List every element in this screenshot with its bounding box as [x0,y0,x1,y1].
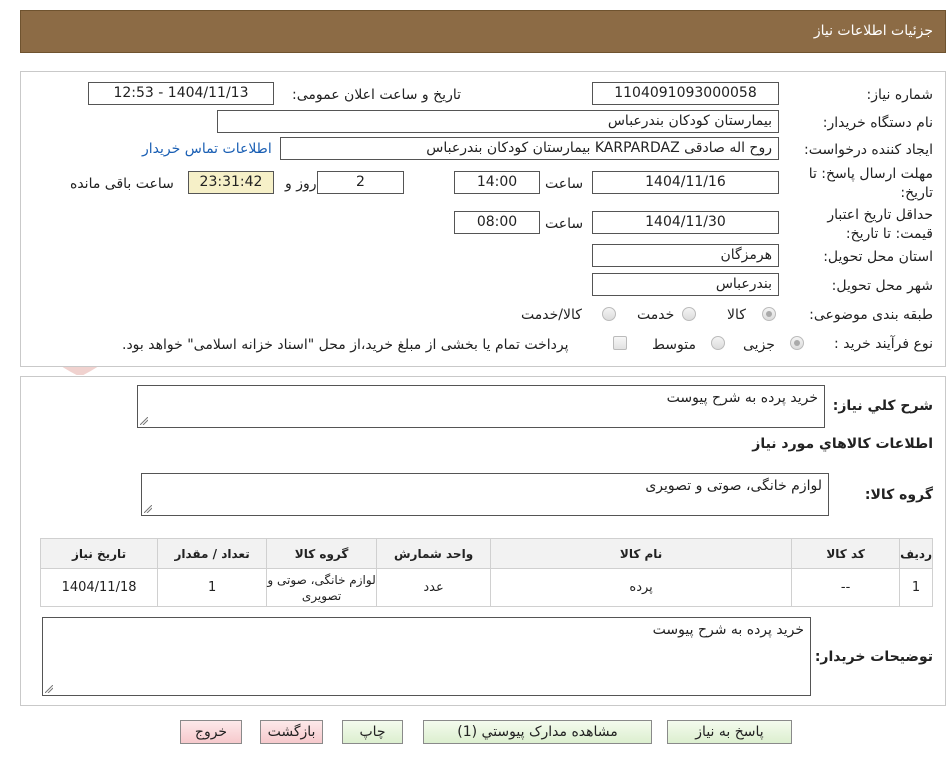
col-unit: واحد شمارش [376,538,492,569]
print-button[interactable]: چاپ [342,720,403,744]
city-field[interactable]: بندرعباس [592,273,779,296]
resize-handle-icon[interactable] [144,505,152,513]
need-number-label: شماره نیاز: [866,87,934,103]
category-option-goods-service: کالا/خدمت [521,307,582,323]
page-header: جزئیات اطلاعات نیاز [20,10,946,53]
back-button[interactable]: بازگشت [260,720,323,744]
treasury-payment-checkbox[interactable] [613,336,627,350]
goods-table: رديف کد کالا نام کالا واحد شمارش گروه کا… [39,538,933,607]
buyer-notes-textarea[interactable]: خرید پرده به شرح پیوست [42,617,811,696]
cell-date: 1404/11/18 [39,568,159,607]
buyer-notes-text: خرید پرده به شرح پیوست [652,622,804,638]
cell-code: -- [791,568,901,607]
deadline-time-field[interactable]: 14:00 [454,171,540,194]
page-title: جزئیات اطلاعات نیاز [813,23,933,39]
requester-label: ایجاد کننده درخواست: [804,142,933,158]
buyer-notes-label: توضيحات خريدار: [814,649,933,665]
category-radio-service[interactable] [682,307,696,321]
reply-button[interactable]: پاسخ به نیاز [667,720,792,744]
cell-group: لوازم خانگی، صوتی و تصویری [266,568,378,607]
process-radio-medium[interactable] [711,336,725,350]
category-label: طبقه بندی موضوعی: [809,307,933,323]
exit-button[interactable]: خروج [180,720,242,744]
resize-handle-icon[interactable] [140,417,148,425]
buyer-org-label: نام دستگاه خریدار: [822,115,933,131]
col-group: گروه کالا [266,538,378,569]
col-name: نام کالا [490,538,793,569]
cell-unit: عدد [376,568,492,607]
remaining-time-field: 23:31:42 [188,171,274,194]
process-radio-minor[interactable] [790,336,804,350]
goods-group-text: لوازم خانگی، صوتی و تصویری [645,478,822,494]
city-label: شهر محل تحویل: [831,278,933,294]
days-label: روز و [285,176,317,192]
category-radio-goods[interactable] [762,307,776,321]
deadline-label: مهلت ارسال پاسخ: تا تاریخ: [808,166,933,201]
process-option-minor: جزیی [743,337,775,353]
view-attachments-button[interactable]: مشاهده مدارک پیوستي (1) [423,720,652,744]
buyer-org-field[interactable]: بیمارستان کودکان بندرعباس [217,110,779,133]
buyer-contact-link[interactable]: اطلاعات تماس خریدار [142,141,272,157]
validity-time-label: ساعت [545,216,584,232]
process-option-medium: متوسط [652,337,696,353]
category-radio-goods-service[interactable] [602,307,616,321]
resize-handle-icon[interactable] [45,685,53,693]
category-option-goods: کالا [727,307,746,323]
goods-group-label: گروه کالا: [864,487,933,503]
payment-note: پرداخت تمام یا بخشی از مبلغ خرید،از محل … [122,337,569,353]
validity-time-field[interactable]: 08:00 [454,211,540,234]
table-row[interactable]: 1 -- پرده عدد لوازم خانگی، صوتی و تصویری… [39,568,933,607]
col-qty: تعداد / مقدار [157,538,268,569]
category-option-service: خدمت [637,307,675,323]
remaining-label: ساعت باقی مانده [70,176,174,192]
validity-date-field[interactable]: 1404/11/30 [592,211,779,234]
goods-table-header-row: رديف کد کالا نام کالا واحد شمارش گروه کا… [39,538,933,569]
deadline-date-field[interactable]: 1404/11/16 [592,171,779,194]
summary-text: خرید پرده به شرح پیوست [666,390,818,406]
summary-textarea[interactable]: خرید پرده به شرح پیوست [137,385,825,428]
col-date: تاريخ نياز [39,538,159,569]
cell-row: 1 [899,568,933,607]
days-field[interactable]: 2 [317,171,404,194]
col-row: رديف [899,538,933,569]
process-label: نوع فرآیند خرید : [834,336,933,352]
need-number-field[interactable]: 1104091093000058 [592,82,779,105]
col-code: کد کالا [791,538,901,569]
validity-label: حداقل تاریخ اعتبار قیمت: تا تاریخ: [827,207,933,242]
goods-info-title: اطلاعات کالاهاي مورد نياز [752,436,933,452]
summary-label: شرح کلي نياز: [832,398,933,414]
cell-qty: 1 [157,568,268,607]
province-field[interactable]: هرمزگان [592,244,779,267]
goods-group-textarea[interactable]: لوازم خانگی، صوتی و تصویری [141,473,829,516]
province-label: استان محل تحویل: [823,249,933,265]
cell-name: پرده [490,568,793,607]
requester-field[interactable]: روح اله صادقی KARPARDAZ بیمارستان کودکان… [280,137,779,160]
announce-field[interactable]: 1404/11/13 - 12:53 [88,82,274,105]
announce-label: تاریخ و ساعت اعلان عمومی: [292,87,461,103]
deadline-time-label: ساعت [545,176,584,192]
